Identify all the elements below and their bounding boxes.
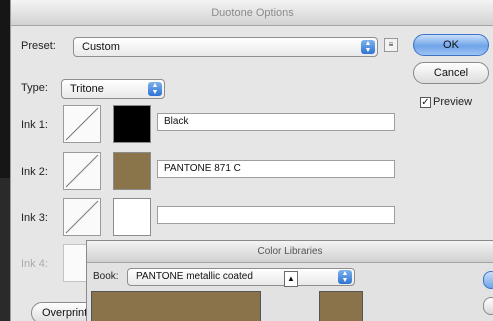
type-value: Tritone (70, 83, 104, 95)
ink-3-curve-button[interactable] (63, 198, 101, 236)
screen: Duotone Options Preset: Custom ▲ ▼ ≡ OK C… (0, 0, 493, 321)
preset-label: Preset: (21, 40, 56, 52)
color-list-swatch[interactable] (91, 291, 261, 321)
book-value: PANTONE metallic coated (136, 271, 253, 282)
ink-3-name-field[interactable] (157, 206, 395, 224)
library-cancel-button[interactable] (483, 297, 493, 315)
ink-3-swatch[interactable] (113, 198, 151, 236)
ink-2-curve-button[interactable] (63, 152, 101, 190)
preview-checkbox[interactable]: ✓ (420, 97, 431, 108)
book-select[interactable]: PANTONE metallic coated ▲ ▼ (127, 268, 355, 286)
ink-1-name-field[interactable]: Black (157, 113, 395, 131)
curve-line-icon (65, 200, 99, 234)
selected-color-preview (319, 291, 363, 321)
type-label: Type: (21, 82, 48, 94)
color-libraries-window: Color Libraries Book: PANTONE metallic c… (86, 240, 493, 321)
ink-4-label: Ink 4: (21, 258, 48, 270)
preset-menu-icon[interactable]: ≡ (384, 38, 398, 52)
color-libraries-title: Color Libraries (87, 241, 493, 263)
ink-1-swatch[interactable] (113, 105, 151, 143)
curve-line-icon (65, 107, 99, 141)
ink-3-label: Ink 3: (21, 212, 48, 224)
ok-button[interactable]: OK (413, 34, 489, 56)
ink-2-label: Ink 2: (21, 166, 48, 178)
book-label: Book: (93, 271, 119, 282)
ink-1-curve-button[interactable] (63, 105, 101, 143)
select-arrows-icon: ▲ ▼ (338, 270, 352, 284)
type-select[interactable]: Tritone ▲ ▼ (61, 79, 165, 99)
preset-select[interactable]: Custom ▲ ▼ (73, 37, 378, 57)
dialog-title: Duotone Options (11, 0, 493, 26)
select-arrows-icon: ▲ ▼ (148, 82, 162, 96)
preview-label: Preview (433, 96, 473, 108)
library-ok-button[interactable] (483, 271, 493, 289)
preset-value: Custom (82, 41, 120, 53)
curve-line-icon (65, 154, 99, 188)
cancel-button[interactable]: Cancel (413, 62, 489, 84)
ink-2-swatch[interactable] (113, 152, 151, 190)
ink-2-name-field[interactable]: PANTONE 871 C (157, 160, 395, 178)
ink-1-label: Ink 1: (21, 119, 48, 131)
select-arrows-icon: ▲ ▼ (361, 40, 375, 54)
scroll-up-arrow-icon[interactable]: ▲ (284, 271, 298, 287)
